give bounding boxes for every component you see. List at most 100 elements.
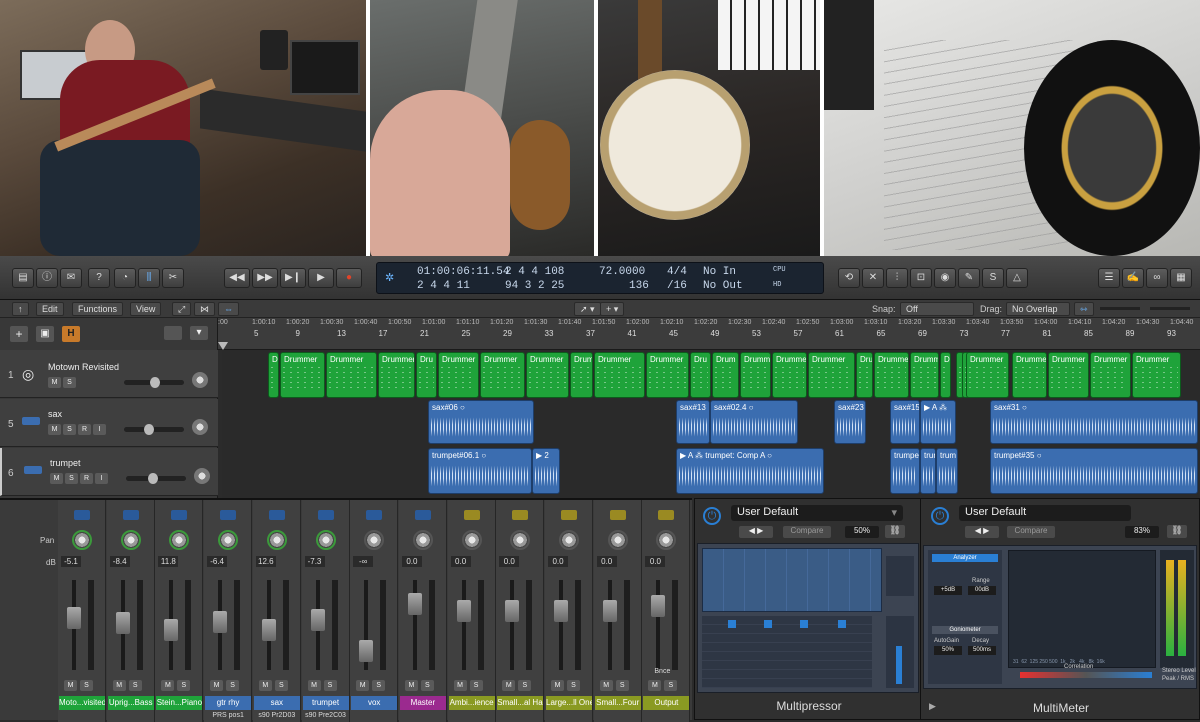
channel-name[interactable]: Master — [399, 696, 446, 710]
band-3-button[interactable] — [800, 620, 808, 628]
drummer-region[interactable]: Drummer — [966, 352, 1009, 398]
editors-icon[interactable]: ✂ — [162, 268, 184, 288]
drummer-region[interactable]: Drummer — [378, 352, 415, 398]
trumpet-comp-region[interactable]: ▶ A ⁂ trumpet: Comp A ○ — [676, 448, 824, 494]
top-value[interactable]: +5dB — [934, 586, 962, 595]
volume-fader[interactable] — [505, 580, 520, 670]
mute-button[interactable]: M — [48, 424, 61, 435]
metronome-icon[interactable]: △ — [1006, 268, 1028, 288]
solo-button[interactable]: S — [226, 680, 240, 691]
tuner-icon[interactable]: ⫶ — [886, 268, 908, 288]
band-1-button[interactable] — [728, 620, 736, 628]
sax-region[interactable]: sax#23 — [834, 400, 866, 444]
volume-slider[interactable] — [126, 473, 186, 484]
browser-icon[interactable]: ▦ — [1170, 268, 1192, 288]
sax-region[interactable]: sax#13 — [676, 400, 710, 444]
trumpet-region[interactable]: trumpet#06.1 ○ — [428, 448, 532, 494]
range-value[interactable]: 00dB — [968, 586, 996, 595]
drummer-region[interactable]: Drummer — [1012, 352, 1047, 398]
replace-icon[interactable]: ✕ — [862, 268, 884, 288]
inbox-icon[interactable]: ✉ — [60, 268, 82, 288]
preset-nav-buttons[interactable]: ◀ ▶ — [965, 526, 999, 538]
volume-fader[interactable] — [213, 580, 228, 670]
mute-button[interactable]: M — [112, 680, 126, 691]
view-menu[interactable]: View — [130, 302, 162, 316]
fader-cap[interactable] — [359, 639, 374, 662]
mute-button[interactable]: M — [161, 680, 175, 691]
solo-button[interactable]: S — [615, 680, 629, 691]
solo-button[interactable]: S — [567, 680, 580, 691]
drummer-region[interactable]: Dr — [940, 352, 951, 398]
mute-button[interactable]: M — [210, 680, 224, 691]
insert-slot[interactable] — [74, 510, 90, 520]
trumpet-region[interactable]: trum — [936, 448, 958, 494]
volume-readout[interactable]: 0.0 — [548, 556, 568, 567]
drummer-region[interactable]: Drummer — [740, 352, 771, 398]
timeline-ruler[interactable]: :00 1:00:10 1:00:20 1:00:30 1:00:40 1:00:50 1:… — [218, 318, 1200, 350]
channel-name[interactable]: Large...ll One — [546, 696, 592, 710]
record-enable-button[interactable]: R — [80, 473, 93, 484]
track-name[interactable]: trumpet — [50, 458, 81, 468]
folder-icon[interactable]: ▣ — [36, 326, 54, 342]
pan-knob[interactable] — [266, 530, 287, 550]
drummer-region[interactable]: Drumm — [910, 352, 939, 398]
pan-knob[interactable] — [120, 530, 141, 550]
bounce-button[interactable]: Bnce — [654, 668, 670, 675]
preset-select[interactable]: User Default — [959, 505, 1131, 521]
mute-button[interactable]: M — [648, 680, 662, 691]
metronome-count-icon[interactable]: ◉ — [934, 268, 956, 288]
mute-button[interactable]: M — [453, 680, 467, 691]
track-row[interactable]: 6 trumpet M S R I — [0, 448, 218, 496]
band-display[interactable] — [702, 548, 882, 612]
power-icon[interactable]: ⏻ — [703, 507, 721, 525]
sax-region[interactable]: sax#02.4 ○ — [710, 400, 798, 444]
mute-button[interactable]: M — [307, 680, 321, 691]
forward-button[interactable]: ▶▶ — [252, 268, 278, 288]
drummer-region[interactable]: Dru — [856, 352, 873, 398]
drummer-region[interactable]: Dru — [690, 352, 711, 398]
volume-fader[interactable] — [602, 580, 617, 670]
drummer-region[interactable]: Drummer — [280, 352, 325, 398]
drummer-region[interactable]: Drummer — [480, 352, 525, 398]
solo-button[interactable]: S — [664, 680, 678, 691]
trumpet-comp-region[interactable]: ▶ 2 — [532, 448, 560, 494]
volume-readout[interactable]: 11.8 — [158, 556, 179, 567]
back-icon[interactable]: ↑ — [12, 302, 29, 316]
drummer-region[interactable]: Drummer — [772, 352, 807, 398]
pan-knob[interactable] — [607, 530, 628, 550]
pencil-icon[interactable]: ✎ — [958, 268, 980, 288]
volume-readout[interactable]: 0.0 — [645, 556, 666, 567]
goniometer-button[interactable]: Goniometer — [932, 626, 998, 634]
solo-button[interactable]: S — [274, 680, 288, 691]
solo-button[interactable]: S — [372, 680, 386, 691]
input-monitor-button[interactable]: I — [95, 473, 108, 484]
functions-menu[interactable]: Functions — [72, 302, 124, 316]
flex-icon[interactable]: ⋈ — [194, 302, 215, 316]
notepad-icon[interactable]: ✍ — [1122, 268, 1144, 288]
solo-button[interactable]: S — [65, 473, 78, 484]
mixer-icon[interactable]: ⫼ — [138, 268, 160, 288]
channel-name[interactable]: Moto...visited — [59, 696, 105, 710]
track-row[interactable]: 5 sax M S R I — [0, 399, 218, 447]
channel-name[interactable]: Uprig...Bass — [107, 696, 154, 710]
drummer-region[interactable]: Drummer — [808, 352, 855, 398]
solo-button[interactable]: S — [518, 680, 532, 691]
drummer-region[interactable]: Drummer — [874, 352, 909, 398]
volume-fader[interactable] — [651, 580, 666, 670]
volume-readout[interactable]: -5.1 — [61, 556, 81, 567]
drummer-region[interactable]: Drummer — [594, 352, 645, 398]
loop-browser-icon[interactable]: ∞ — [1146, 268, 1168, 288]
channel-name[interactable]: Small...Four — [594, 696, 641, 710]
help-icon[interactable]: ? — [88, 268, 110, 288]
volume-fader[interactable] — [359, 580, 374, 670]
score-icon[interactable]: S — [982, 268, 1004, 288]
compare-button[interactable]: Compare — [1007, 526, 1055, 538]
solo-button[interactable]: S — [323, 680, 337, 691]
drummer-region[interactable]: Dr — [268, 352, 279, 398]
insert-slot[interactable] — [171, 510, 188, 520]
arrange-area[interactable]: DrDrummerDrummerDrummerDruDrummerDrummer… — [222, 350, 1200, 498]
smart-controls-icon[interactable]: ◔ — [114, 268, 136, 288]
volume-readout[interactable]: 0.0 — [596, 556, 617, 567]
drummer-region[interactable]: Dru — [416, 352, 437, 398]
band-4-button[interactable] — [838, 620, 846, 628]
